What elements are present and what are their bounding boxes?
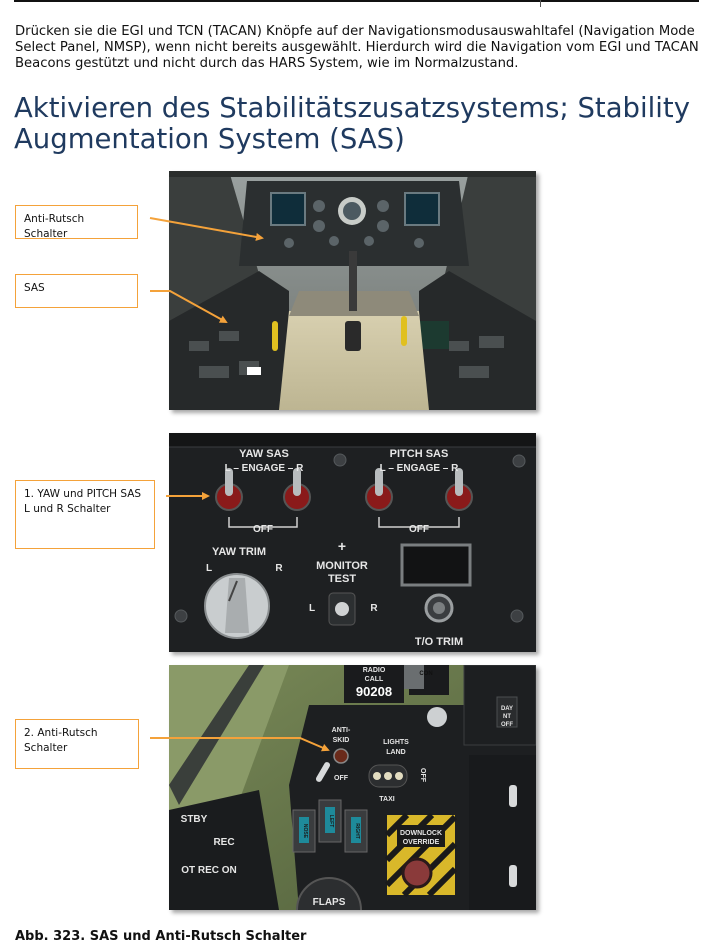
anti-skid-panel-photo: RADIO CALL 90208 ANTI- SKID OFF LIGHTS L… bbox=[169, 665, 536, 910]
land-label: LAND bbox=[386, 749, 405, 756]
downlock-label: DOWNLOCK bbox=[400, 830, 442, 837]
override-label: OVERRIDE bbox=[403, 839, 440, 846]
yaw-engage-label: L – ENGAGE – R bbox=[225, 463, 305, 474]
call-label: CALL bbox=[365, 676, 384, 683]
yaw-trim-r-label: R bbox=[275, 563, 283, 574]
pitch-off-label: OFF bbox=[409, 524, 429, 535]
monitor-plus-label: + bbox=[338, 538, 346, 554]
lights-label: LIGHTS bbox=[383, 739, 409, 746]
day-off-label: OFF bbox=[501, 722, 513, 728]
callout-yaw-pitch-text: 1. YAW und PITCH SAS L und R Schalter bbox=[24, 488, 142, 515]
yaw-trim-l-label: L bbox=[206, 563, 212, 574]
yaw-off-label: OFF bbox=[253, 524, 273, 535]
gear-nose-label: NOSE bbox=[302, 824, 308, 839]
top-rule-tick bbox=[540, 0, 541, 7]
to-trim-label: T/O TRIM bbox=[415, 636, 463, 648]
anti-label: ANTI- bbox=[332, 727, 351, 734]
sas-panel-photo: YAW SAS L – ENGAGE – R PITCH SAS L – ENG… bbox=[169, 433, 536, 652]
stby-label: STBY bbox=[181, 814, 208, 825]
top-rule bbox=[14, 0, 699, 2]
callout-anti-skid-2-text: 2. Anti-Rutsch Schalter bbox=[24, 727, 98, 754]
rec-label: REC bbox=[213, 837, 234, 848]
intro-paragraph: Drücken sie die EGI und TCN (TACAN) Knöp… bbox=[15, 24, 699, 71]
tail-number-label: 90208 bbox=[356, 684, 392, 699]
lights-off-label: OFF bbox=[419, 768, 426, 783]
taxi-label: TAXI bbox=[379, 796, 394, 803]
pitch-engage-label: L – ENGAGE – R bbox=[380, 463, 460, 474]
skid-label: SKID bbox=[333, 737, 350, 744]
callout-anti-skid-text: Anti-Rutsch Schalter bbox=[24, 213, 85, 240]
callout-yaw-pitch: 1. YAW und PITCH SAS L und R Schalter bbox=[15, 480, 155, 549]
flaps-label: FLAPS bbox=[313, 897, 346, 908]
con-label: CON bbox=[419, 671, 432, 677]
gear-left-label: LEFT bbox=[328, 815, 334, 828]
gear-right-label: RIGHT bbox=[354, 823, 360, 839]
monitor-label: MONITOR bbox=[316, 560, 368, 572]
callout-anti-skid-2: 2. Anti-Rutsch Schalter bbox=[15, 719, 139, 769]
test-r-label: R bbox=[370, 603, 378, 614]
test-l-label: L bbox=[309, 603, 315, 614]
yaw-trim-label: YAW TRIM bbox=[212, 546, 266, 558]
radio-label: RADIO bbox=[363, 667, 386, 674]
pitch-sas-label: PITCH SAS bbox=[390, 448, 449, 460]
callout-sas-text: SAS bbox=[24, 282, 45, 294]
cockpit-photo bbox=[169, 171, 536, 410]
yaw-sas-label: YAW SAS bbox=[239, 448, 289, 460]
test-label: TEST bbox=[328, 573, 356, 585]
figure-caption: Abb. 323. SAS und Anti-Rutsch Schalter bbox=[15, 929, 307, 944]
callout-anti-skid: Anti-Rutsch Schalter bbox=[15, 205, 138, 240]
ot-rec-on-label: OT REC ON bbox=[181, 865, 237, 876]
callout-sas: SAS bbox=[15, 274, 138, 308]
nt-label: NT bbox=[503, 714, 511, 720]
day-label: DAY bbox=[501, 706, 513, 712]
section-heading: Aktivieren des Stabilitätszusatzsystems;… bbox=[14, 92, 690, 155]
anti-skid-off-label: OFF bbox=[334, 775, 349, 782]
